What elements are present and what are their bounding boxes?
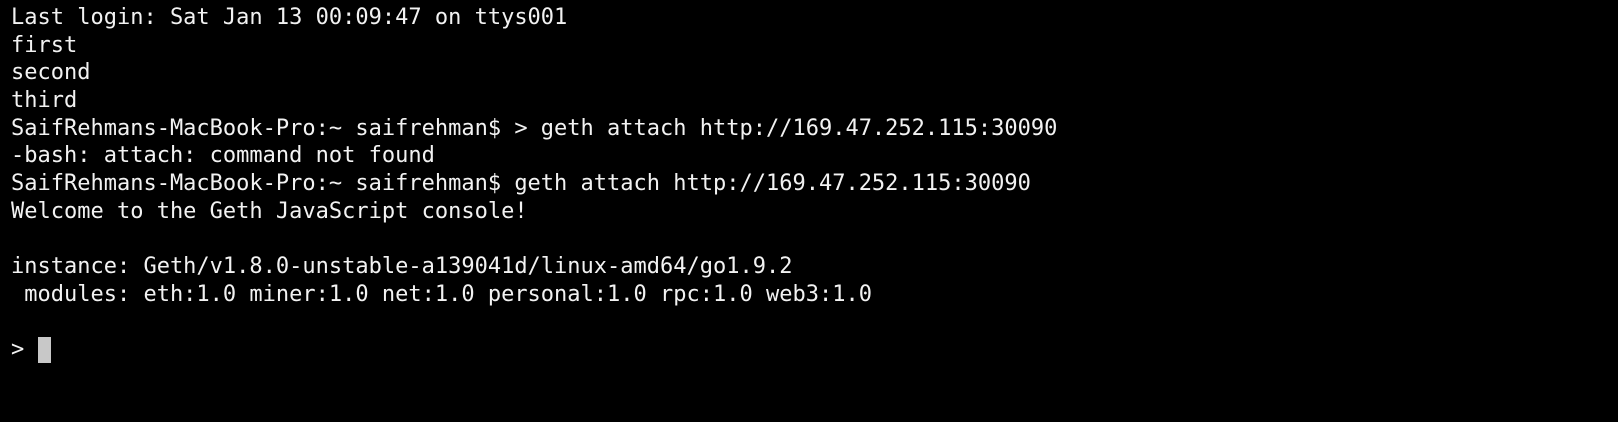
command-line: SaifRehmans-MacBook-Pro:~ saifrehman$ > … [11, 115, 1058, 141]
command-line: SaifRehmans-MacBook-Pro:~ saifrehman$ ge… [11, 171, 1031, 197]
error-line: -bash: attach: command not found [11, 143, 435, 169]
output-line: third [11, 88, 78, 114]
console-prompt: > [11, 337, 38, 363]
output-line: second [11, 60, 91, 86]
console-input-line[interactable]: > [11, 336, 1618, 364]
output-line: first [11, 32, 78, 58]
terminal-window[interactable]: Last login: Sat Jan 13 00:09:47 on ttys0… [0, 0, 1618, 422]
last-login-line: Last login: Sat Jan 13 00:09:47 on ttys0… [11, 5, 568, 30]
instance-line: instance: Geth/v1.8.0-unstable-a139041d/… [11, 254, 793, 280]
welcome-line: Welcome to the Geth JavaScript console! [11, 198, 528, 224]
text-cursor [37, 337, 51, 364]
modules-line: modules: eth:1.0 miner:1.0 net:1.0 perso… [11, 281, 872, 307]
